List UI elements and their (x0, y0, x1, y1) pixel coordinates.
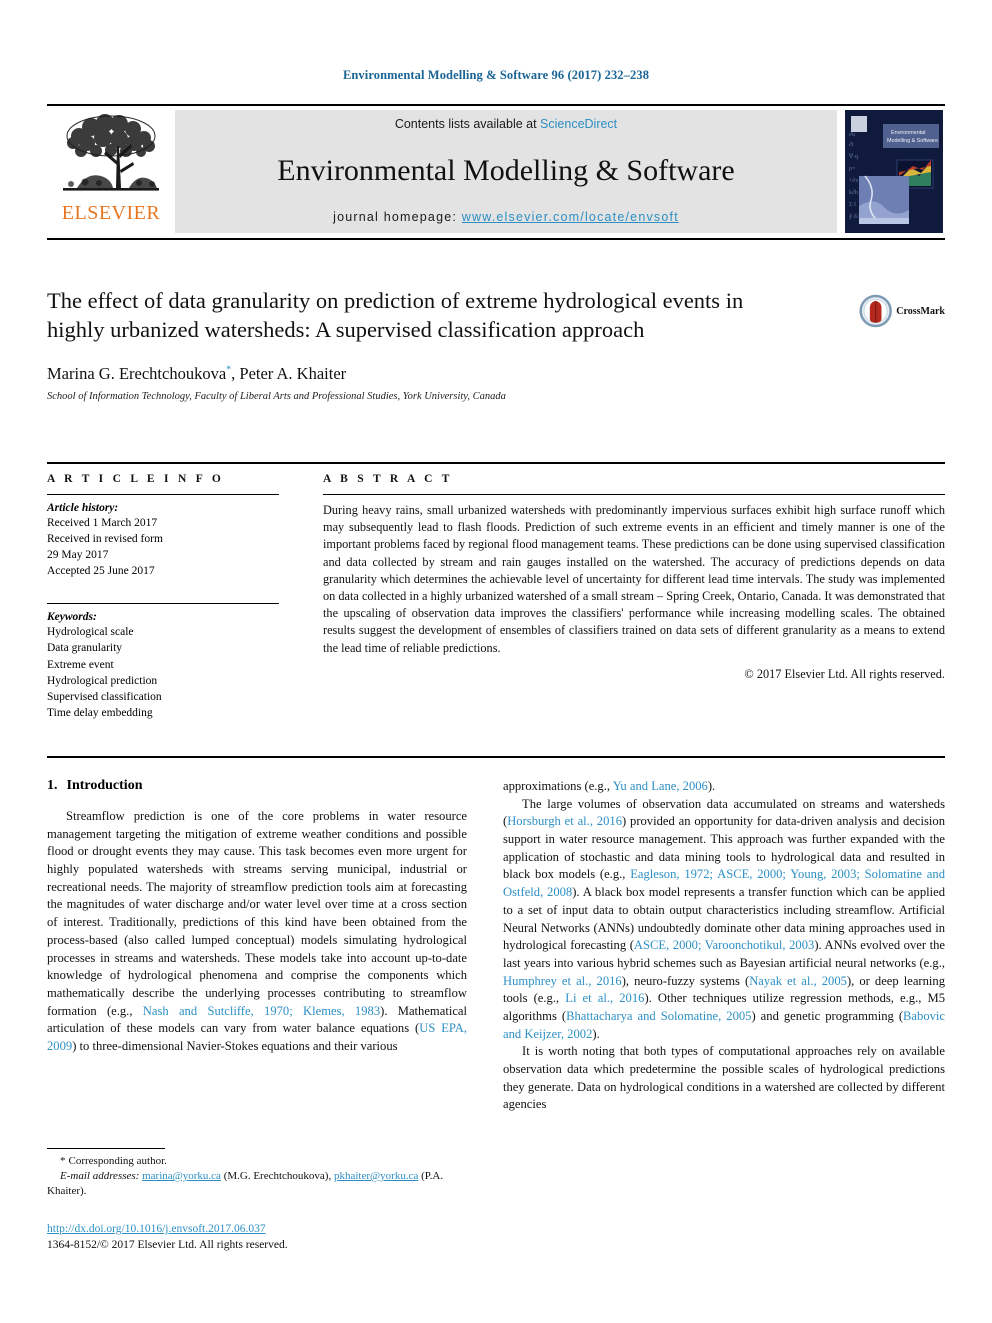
keyword-item: Hydrological scale (47, 626, 134, 639)
footnote-rule (47, 1148, 165, 1149)
section-title: Introduction (66, 778, 143, 793)
journal-homepage-line: journal homepage: www.elsevier.com/locat… (333, 210, 679, 224)
article-info-column: A R T I C L E I N F O Article history: R… (47, 473, 279, 721)
svg-text:k∂h: k∂h (849, 189, 858, 196)
footnote-block: * Corresponding author. E-mail addresses:… (47, 1148, 467, 1199)
abstract-rule (323, 494, 945, 495)
email-link-marina[interactable]: marina@yorku.ca (142, 1170, 221, 1182)
homepage-prefix: journal homepage: (333, 210, 462, 224)
journal-masthead: ELSEVIER Contents lists available at Sci… (47, 104, 945, 240)
masthead-grey-band: Contents lists available at ScienceDirec… (175, 110, 837, 233)
journal-article-page: Environmental Modelling & Software 96 (2… (0, 0, 992, 1323)
footnote-text: Corresponding author. (68, 1155, 167, 1167)
text-run: ) to three-dimensional Navier-Stokes equ… (72, 1038, 398, 1053)
keyword-item: Supervised classification (47, 690, 162, 703)
text-run: ), neuro-fuzzy systems ( (621, 973, 750, 988)
keywords-title: Keywords: (47, 611, 97, 624)
paper-title: The effect of data granularity on predic… (47, 288, 744, 343)
author-primary: Marina G. Erechtchoukova (47, 363, 227, 383)
section-number: 1. (47, 778, 58, 793)
citation-link[interactable]: Li et al., 2016 (565, 991, 644, 1005)
journal-title: Environmental Modelling & Software (277, 153, 735, 187)
text-run: approximations (e.g., (503, 779, 613, 793)
article-history-title: Article history: (47, 502, 119, 514)
svg-text:Σ f: Σ f (849, 201, 856, 208)
citation-link[interactable]: Bhattacharya and Solomatine, 2005 (566, 1009, 751, 1023)
citation-link[interactable]: Nayak et al., 2005 (749, 974, 847, 988)
elsevier-wordmark: ELSEVIER (61, 202, 161, 224)
keywords-rule (47, 603, 279, 605)
cover-title-line2: Modelling & Software (887, 138, 938, 144)
history-line: 29 May 2017 (47, 549, 109, 562)
keyword-item: Hydrological prediction (47, 674, 158, 687)
crossmark-badge[interactable]: CrossMark (859, 288, 945, 334)
svg-text:ρ=: ρ= (849, 166, 856, 172)
contents-prefix: Contents lists available at (394, 117, 541, 131)
footnote-star: * (60, 1155, 66, 1167)
corresponding-author-note: * Corresponding author. (47, 1154, 467, 1169)
info-band-top-rule (47, 462, 945, 464)
contents-available-line: Contents lists available at ScienceDirec… (395, 117, 617, 131)
cover-art: ∂u∂t ∇·qρ= +∂xk∂h Σ f∮ dA Environmental … (845, 110, 943, 233)
doi-link[interactable]: http://dx.doi.org/10.1016/j.envsoft.2017… (47, 1223, 266, 1235)
keyword-item: Data granularity (47, 642, 123, 655)
text-run: Streamflow prediction is one of the core… (47, 809, 467, 1018)
crossmark-icon (859, 294, 892, 328)
keywords-block: Keywords: Hydrological scale Data granul… (47, 603, 279, 721)
svg-text:+∂x: +∂x (849, 177, 858, 184)
email-addresses-note: E-mail addresses: marina@yorku.ca (M.G. … (47, 1169, 467, 1199)
citation-link[interactable]: Horsburgh et al., 2016 (507, 814, 622, 828)
affiliation: School of Information Technology, Facult… (47, 390, 506, 402)
email-owner-1: (M.G. Erechtchoukova), (223, 1169, 332, 1182)
citation-link[interactable]: Nash and Sutcliffe, 1970; Klemes, 1983 (143, 1004, 380, 1018)
article-info-rule (47, 494, 279, 495)
email-label: E-mail addresses: (60, 1169, 140, 1182)
cover-title-line1: Environmental (891, 130, 925, 136)
body-column-left: 1. Introduction Streamflow prediction is … (47, 778, 467, 1056)
citation-link[interactable]: Yu and Lane, 2006 (613, 779, 708, 793)
title-block: The effect of data granularity on predic… (47, 286, 945, 402)
paragraph-intro-1: Streamflow prediction is one of the core… (47, 808, 467, 1056)
issn-copyright-line: 1364-8152/© 2017 Elsevier Ltd. All right… (47, 1239, 288, 1252)
text-run: ) and genetic programming ( (751, 1008, 904, 1023)
doi-block: http://dx.doi.org/10.1016/j.envsoft.2017… (47, 1219, 467, 1253)
citation-link[interactable]: ASCE, 2000; Varoonchotikul, 2003 (634, 938, 814, 952)
keyword-item: Time delay embedding (47, 706, 153, 719)
citation-link[interactable]: Humphrey et al., 2016 (503, 974, 622, 988)
history-line: Received in revised form (47, 533, 163, 546)
text-run: ). (592, 1026, 600, 1041)
author-secondary: , Peter A. Khaiter (231, 363, 347, 383)
svg-text:∂t: ∂t (849, 141, 854, 148)
history-line: Accepted 25 June 2017 (47, 565, 155, 578)
journal-cover-thumbnail: ∂u ∂t ∇·q ρ= +∂x k∂h Σ f ∮ dA Environmental … (845, 110, 943, 233)
elsevier-logo: ELSEVIER (47, 106, 175, 238)
abstract-heading: A B S T R A C T (323, 473, 453, 485)
info-band-bottom-rule (47, 756, 945, 758)
paragraph-intro-3: It is worth noting that both types of co… (503, 1044, 945, 1112)
text-run: ). (707, 779, 716, 793)
author-list: Marina G. Erechtchoukova*, Peter A. Khai… (47, 364, 945, 384)
keyword-item: Extreme event (47, 658, 114, 671)
journal-homepage-link[interactable]: www.elsevier.com/locate/envsoft (462, 210, 679, 224)
svg-text:∂u: ∂u (849, 131, 855, 138)
abstract-column: A B S T R A C T During heavy rains, smal… (323, 473, 945, 682)
history-line: Received 1 March 2017 (47, 517, 158, 529)
body-column-right: approximations (e.g., Yu and Lane, 2006)… (503, 778, 945, 1114)
section-heading-introduction: 1. Introduction (47, 778, 467, 794)
abstract-copyright: © 2017 Elsevier Ltd. All rights reserved… (744, 666, 945, 681)
elsevier-tree-icon (63, 114, 159, 191)
running-head: Environmental Modelling & Software 96 (2… (342, 68, 650, 82)
crossmark-label: CrossMark (896, 305, 945, 317)
sciencedirect-link[interactable]: ScienceDirect (540, 117, 617, 131)
abstract-text: During heavy rains, small urbanized wate… (323, 503, 945, 655)
paragraph-intro-2: The large volumes of observation data ac… (503, 796, 945, 1044)
paragraph-intro-1-cont: approximations (e.g., Yu and Lane, 2006)… (503, 778, 945, 796)
email-link-pkhaiter[interactable]: pkhaiter@yorku.ca (334, 1170, 418, 1182)
article-info-heading: A R T I C L E I N F O (47, 473, 225, 485)
svg-text:∇·q: ∇·q (848, 153, 858, 160)
